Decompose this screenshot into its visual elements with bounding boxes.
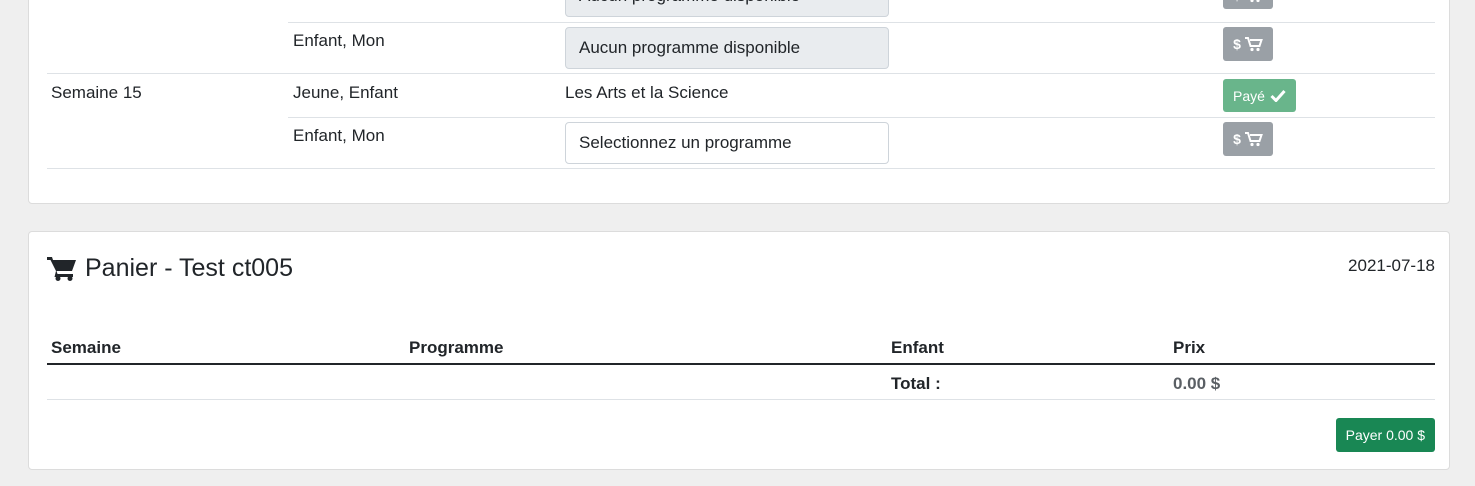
program-name: Les Arts et la Science: [565, 83, 729, 102]
cart-icon: [1250, 0, 1260, 2]
add-to-cart-button[interactable]: $: [1223, 27, 1273, 61]
cart-date: 2021-07-18: [1348, 256, 1435, 275]
add-to-cart-button[interactable]: $: [1223, 122, 1273, 156]
children-cell: Jeune, Enfant: [293, 83, 398, 102]
header-divider: [47, 363, 1435, 365]
total-label: Total :: [891, 374, 941, 393]
column-header-child: Enfant: [891, 338, 944, 357]
add-to-cart-button[interactable]: $: [1223, 0, 1273, 9]
row-divider: [288, 22, 1435, 23]
dollar-label: $: [1233, 131, 1241, 147]
cart-icon: [1244, 131, 1263, 146]
pay-button[interactable]: Payer 0.00 $: [1335, 418, 1435, 452]
dollar-label: $: [1233, 0, 1241, 3]
check-icon: [1270, 89, 1286, 102]
column-header-week: Semaine: [51, 338, 121, 357]
paid-label: Payé: [1233, 87, 1265, 104]
column-header-program: Programme: [409, 338, 504, 357]
week-cell: Semaine 15: [51, 83, 142, 102]
row-divider: [288, 117, 1435, 118]
program-select[interactable]: Selectionnez un programme: [565, 122, 889, 164]
children-cell: Enfant, Mon: [293, 126, 385, 145]
cart-title: Panier - Test ct005: [47, 254, 293, 282]
row-divider: [47, 73, 1435, 74]
cart-icon: [1244, 36, 1263, 51]
cart-card: Panier - Test ct005 2021-07-18 Semaine P…: [28, 231, 1450, 470]
row-divider: [47, 168, 1435, 169]
program-select-disabled: Aucun programme disponible: [565, 27, 889, 69]
cart-title-text: Panier - Test ct005: [85, 254, 293, 282]
schedule-card: Aucun programme disponible $ Enfant, Mon…: [28, 0, 1450, 204]
total-value: 0.00 $: [1173, 374, 1221, 393]
dollar-label: $: [1233, 36, 1241, 52]
program-select-disabled: Aucun programme disponible: [565, 0, 889, 17]
paid-button[interactable]: Payé: [1223, 79, 1296, 112]
total-divider: [47, 399, 1435, 400]
children-cell: Enfant, Mon: [293, 31, 385, 50]
column-header-price: Prix: [1173, 338, 1206, 357]
shopping-cart-icon: [47, 257, 76, 281]
